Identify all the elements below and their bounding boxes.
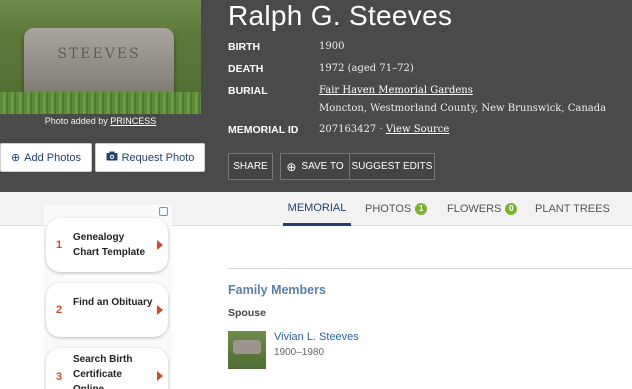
plus-circle-icon: ⊕	[286, 159, 297, 174]
advertisement: 1 Genealogy Chart Template 2 Find an Obi…	[44, 205, 172, 389]
section-divider	[227, 268, 632, 269]
spouse-dates: 1900–1980	[274, 347, 325, 358]
birth-value: 1900	[319, 41, 345, 52]
ad-item-text: Search Birth Certificate Online	[73, 354, 133, 389]
share-label: SHARE	[233, 161, 268, 172]
spouse-name-link[interactable]: Vivian L. Steeves	[274, 331, 359, 343]
photo-credit-prefix: Photo added by	[44, 116, 108, 126]
memorial-id-label: MEMORIAL ID	[228, 124, 299, 136]
tab-memorial[interactable]: MEMORIAL	[283, 192, 351, 226]
chevron-right-icon	[157, 305, 163, 315]
ad-item-number: 2	[56, 304, 63, 316]
family-members-title: Family Members	[228, 283, 326, 297]
chevron-right-icon	[157, 240, 163, 250]
ad-item-3[interactable]: 3 Search Birth Certificate Online	[46, 348, 168, 389]
burial-label: BURIAL	[228, 85, 268, 97]
burial-value: Fair Haven Memorial Gardens	[319, 85, 473, 96]
photos-count-badge: 1	[415, 203, 428, 215]
tab-memorial-label: MEMORIAL	[287, 201, 347, 214]
death-label: DEATH	[228, 63, 264, 75]
headstone	[233, 340, 261, 354]
camera-icon	[106, 151, 118, 164]
save-to-label: SAVE TO	[301, 161, 344, 172]
photo-credit: Photo added by PRINCESS	[0, 116, 201, 126]
spouse-heading: Spouse	[228, 307, 266, 319]
headstone-inscription: STEEVES	[57, 46, 141, 62]
add-photos-label: Add Photos	[24, 151, 82, 164]
ad-item-text: Genealogy Chart Template	[73, 232, 146, 258]
photo-credit-user-link[interactable]: PRINCESS	[110, 116, 156, 126]
add-photos-button[interactable]: ⊕ Add Photos	[0, 143, 92, 172]
request-photo-label: Request Photo	[121, 151, 195, 164]
ad-item-number: 1	[56, 239, 63, 251]
memorial-header: STEEVES Photo added by PRINCESS ⊕ Add Ph…	[0, 0, 632, 192]
memorial-id-number: 207163427 ·	[319, 124, 383, 135]
view-source-link[interactable]: View Source	[386, 124, 450, 135]
birth-label: BIRTH	[228, 41, 261, 53]
headstone: STEEVES	[24, 28, 174, 100]
grass	[0, 92, 201, 114]
burial-location: Moncton, Westmorland County, New Brunswi…	[319, 103, 607, 114]
suggest-edits-label: SUGGEST EDITS	[351, 161, 433, 172]
tab-flowers[interactable]: FLOWERS 0	[447, 192, 518, 226]
plus-circle-icon: ⊕	[10, 152, 21, 164]
ad-item-1[interactable]: 1 Genealogy Chart Template	[46, 218, 168, 272]
save-to-button[interactable]: ⊕ SAVE TO	[280, 153, 350, 180]
share-button[interactable]: SHARE	[228, 153, 273, 180]
request-photo-button[interactable]: Request Photo	[95, 143, 205, 172]
burial-cemetery-link[interactable]: Fair Haven Memorial Gardens	[319, 85, 473, 96]
tab-photos-label: PHOTOS	[365, 203, 412, 215]
ad-item-text: Find an Obituary	[73, 297, 153, 308]
tab-flowers-label: FLOWERS	[447, 203, 502, 215]
memorial-photo[interactable]: STEEVES	[0, 0, 201, 114]
flowers-count-badge: 0	[505, 203, 518, 215]
tab-plant-trees[interactable]: PLANT TREES	[535, 192, 610, 226]
suggest-edits-button[interactable]: SUGGEST EDITS	[349, 153, 435, 180]
memorial-id-value: 207163427 · View Source	[319, 124, 449, 135]
memorial-name: Ralph G. Steeves	[228, 0, 453, 31]
death-value: 1972 (aged 71–72)	[319, 63, 414, 74]
adchoices-icon[interactable]	[159, 207, 168, 216]
tab-photos[interactable]: PHOTOS 1	[365, 192, 428, 226]
tab-plant-trees-label: PLANT TREES	[535, 203, 610, 215]
ad-item-2[interactable]: 2 Find an Obituary	[46, 283, 168, 337]
ad-item-number: 3	[56, 371, 63, 383]
spouse-photo[interactable]	[228, 331, 266, 369]
chevron-right-icon	[157, 371, 163, 381]
